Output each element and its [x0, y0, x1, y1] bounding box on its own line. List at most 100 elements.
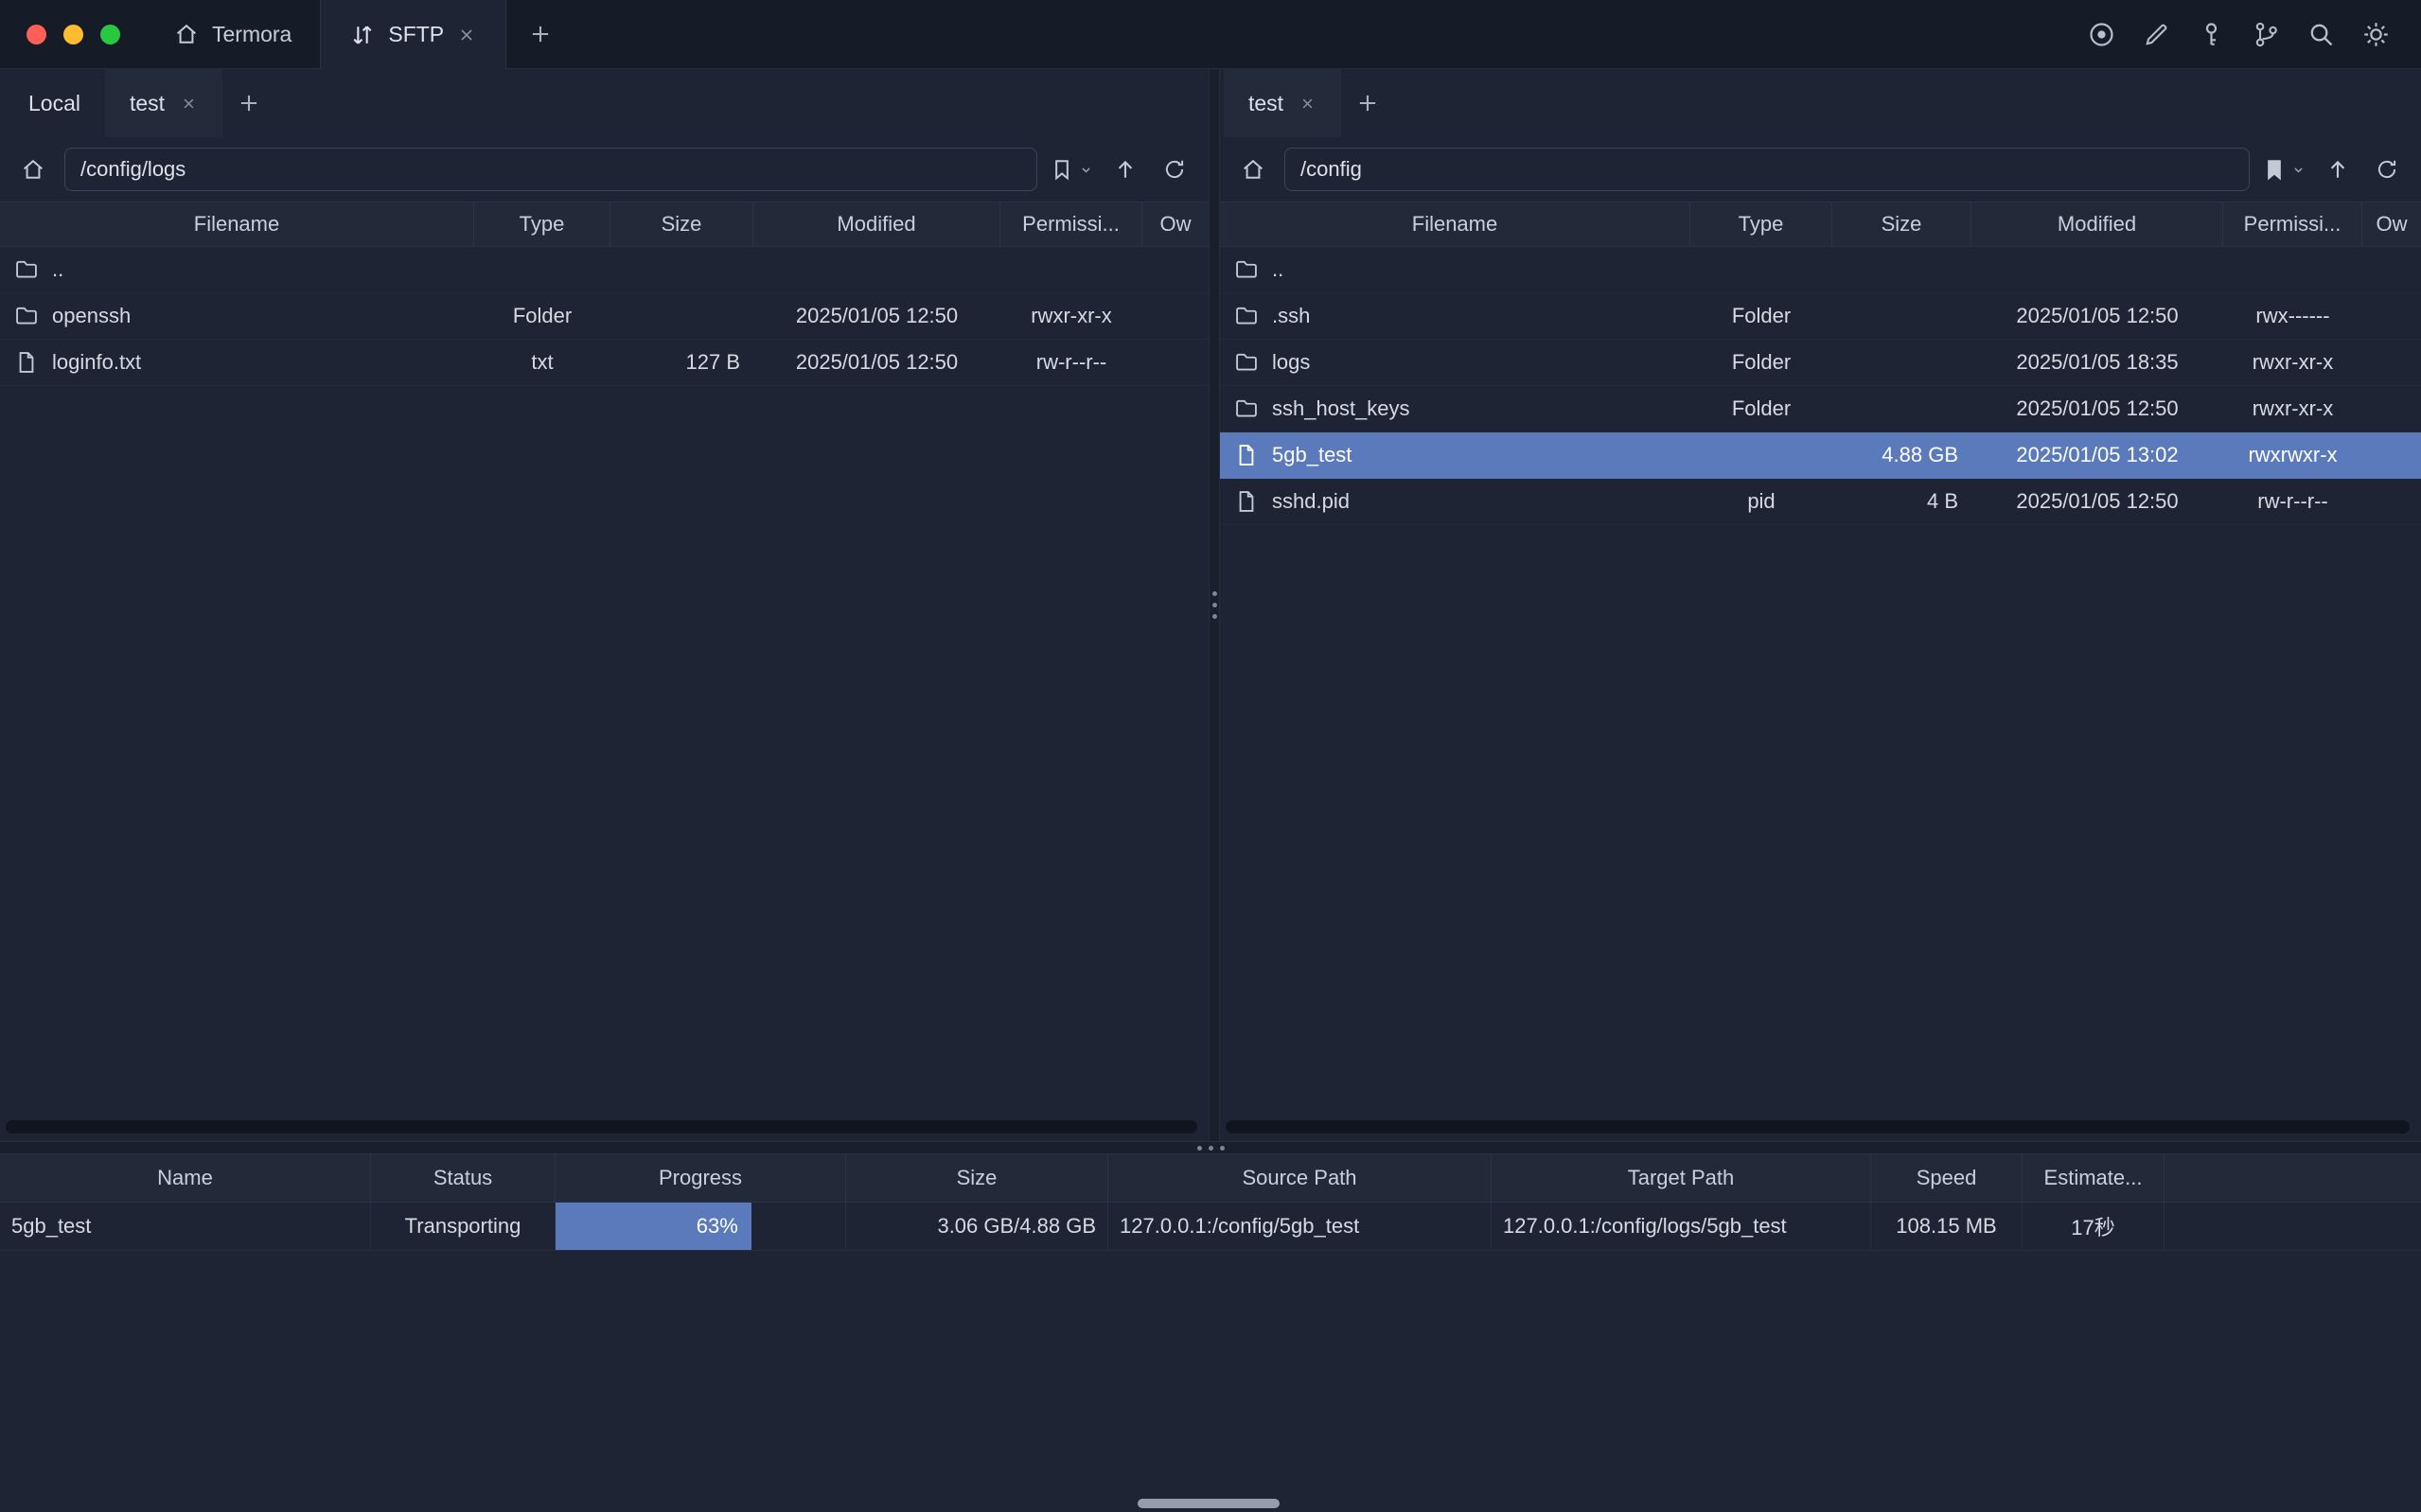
path-input[interactable] — [64, 148, 1037, 191]
column-header-target-path[interactable]: Target Path — [1492, 1154, 1871, 1202]
bookmark-icon — [1049, 156, 1075, 183]
column-header-owner[interactable]: Ow — [1142, 202, 1209, 246]
tab-local[interactable]: Local — [4, 69, 105, 137]
close-tab-button[interactable] — [456, 25, 477, 45]
home-button[interactable] — [1233, 148, 1273, 191]
left-table-header: Filename Type Size Modified Permissi... … — [0, 202, 1209, 247]
table-row[interactable]: logs Folder 2025/01/05 18:35 rwxr-xr-x — [1220, 340, 2421, 386]
transfer-row[interactable]: 5gb_test Transporting 63% 3.06 GB/4.88 G… — [0, 1203, 2421, 1251]
transfer-name: 5gb_test — [0, 1203, 371, 1250]
chevron-down-icon — [1077, 161, 1095, 179]
refresh-icon — [2375, 157, 2399, 182]
filename: loginfo.txt — [52, 350, 141, 375]
column-header-permissions[interactable]: Permissi... — [2223, 202, 2362, 246]
close-tab-button[interactable] — [180, 95, 198, 113]
table-row[interactable]: .ssh Folder 2025/01/05 12:50 rwx------ — [1220, 293, 2421, 340]
file-type: Folder — [1690, 293, 1832, 339]
tab-test-right[interactable]: test — [1224, 69, 1341, 137]
zoom-window-button[interactable] — [100, 25, 120, 44]
add-session-button[interactable] — [222, 69, 275, 137]
column-header-owner[interactable]: Ow — [2362, 202, 2421, 246]
horizontal-scrollbar[interactable] — [1226, 1120, 2410, 1134]
plus-icon — [236, 90, 262, 116]
table-row[interactable]: sshd.pid pid 4 B 2025/01/05 12:50 rw-r--… — [1220, 479, 2421, 525]
folder-icon — [1233, 349, 1260, 376]
column-header-size[interactable]: Size — [1832, 202, 1971, 246]
file-permissions: rwxr-xr-x — [2223, 340, 2362, 385]
record-button[interactable] — [2080, 11, 2122, 57]
app-window: Termora SFTP Local te — [0, 0, 2421, 1512]
column-header-modified[interactable]: Modified — [753, 202, 1000, 246]
file-modified: 2025/01/05 12:50 — [1971, 386, 2223, 431]
home-button[interactable] — [13, 148, 53, 191]
settings-button[interactable] — [2355, 11, 2396, 57]
column-header-name[interactable]: Name — [0, 1154, 371, 1202]
close-window-button[interactable] — [27, 25, 46, 44]
filename: .. — [52, 257, 63, 282]
table-row-selected[interactable]: 5gb_test 4.88 GB 2025/01/05 13:02 rwxrwx… — [1220, 432, 2421, 479]
keys-button[interactable] — [2190, 11, 2232, 57]
branch-button[interactable] — [2245, 11, 2287, 57]
file-icon — [1233, 442, 1260, 468]
right-table-header: Filename Type Size Modified Permissi... … — [1220, 202, 2421, 247]
search-button[interactable] — [2300, 11, 2341, 57]
file-size — [1832, 293, 1971, 339]
filename: logs — [1272, 350, 1310, 375]
table-row[interactable]: .. — [0, 247, 1209, 293]
column-header-estimate[interactable]: Estimate... — [2023, 1154, 2165, 1202]
column-header-filename[interactable]: Filename — [1220, 202, 1690, 246]
horizontal-scrollbar[interactable] — [6, 1120, 1197, 1134]
filename: .. — [1272, 257, 1283, 282]
file-permissions: rwxrwxr-x — [2223, 432, 2362, 478]
column-header-speed[interactable]: Speed — [1871, 1154, 2023, 1202]
close-icon — [456, 25, 477, 45]
table-row[interactable]: openssh Folder 2025/01/05 12:50 rwxr-xr-… — [0, 293, 1209, 340]
column-header-filename[interactable]: Filename — [0, 202, 474, 246]
column-header-size[interactable]: Size — [846, 1154, 1108, 1202]
transfers-splitter[interactable] — [0, 1141, 2421, 1154]
parent-directory-button[interactable] — [2319, 148, 2357, 191]
parent-directory-button[interactable] — [1106, 148, 1144, 191]
pane-splitter[interactable] — [1209, 69, 1220, 1141]
refresh-button[interactable] — [1156, 148, 1193, 191]
column-header-permissions[interactable]: Permissi... — [1000, 202, 1142, 246]
add-session-button[interactable] — [1341, 69, 1394, 137]
edit-button[interactable] — [2135, 11, 2177, 57]
path-input[interactable] — [1284, 148, 2250, 191]
tab-termora-label: Termora — [212, 22, 292, 47]
column-header-type[interactable]: Type — [474, 202, 610, 246]
column-header-modified[interactable]: Modified — [1971, 202, 2223, 246]
transfer-status: Transporting — [371, 1203, 556, 1250]
transfer-source-path: 127.0.0.1:/config/5gb_test — [1108, 1203, 1492, 1250]
column-header-status[interactable]: Status — [371, 1154, 556, 1202]
column-header-source-path[interactable]: Source Path — [1108, 1154, 1492, 1202]
home-icon — [1240, 156, 1266, 183]
tab-test-left[interactable]: test — [105, 69, 222, 137]
file-icon — [13, 349, 40, 376]
close-tab-button[interactable] — [1299, 95, 1317, 113]
refresh-button[interactable] — [2368, 148, 2406, 191]
tab-termora[interactable]: Termora — [145, 0, 320, 68]
column-header-progress[interactable]: Progress — [556, 1154, 846, 1202]
file-modified: 2025/01/05 12:50 — [753, 293, 1000, 339]
table-row[interactable]: .. — [1220, 247, 2421, 293]
column-header-size[interactable]: Size — [610, 202, 753, 246]
chevron-down-icon — [2289, 161, 2307, 179]
new-window-tab-button[interactable] — [506, 0, 574, 68]
minimize-window-button[interactable] — [63, 25, 83, 44]
file-type: pid — [1690, 479, 1832, 524]
file-permissions: rw-r--r-- — [1000, 340, 1142, 385]
table-row[interactable]: loginfo.txt txt 127 B 2025/01/05 12:50 r… — [0, 340, 1209, 386]
bottom-scrollbar[interactable] — [1138, 1499, 1280, 1508]
tab-test-label: test — [1248, 91, 1283, 116]
tab-sftp[interactable]: SFTP — [320, 0, 506, 69]
table-row[interactable]: ssh_host_keys Folder 2025/01/05 12:50 rw… — [1220, 386, 2421, 432]
transfer-arrows-icon — [349, 22, 376, 48]
file-type: Folder — [1690, 340, 1832, 385]
transfer-progress-bar: 63% — [556, 1203, 846, 1250]
bookmark-button[interactable] — [2261, 156, 2307, 183]
bookmark-button[interactable] — [1049, 156, 1095, 183]
file-permissions: rwxr-xr-x — [1000, 293, 1142, 339]
bookmark-filled-icon — [2261, 156, 2288, 183]
column-header-type[interactable]: Type — [1690, 202, 1832, 246]
